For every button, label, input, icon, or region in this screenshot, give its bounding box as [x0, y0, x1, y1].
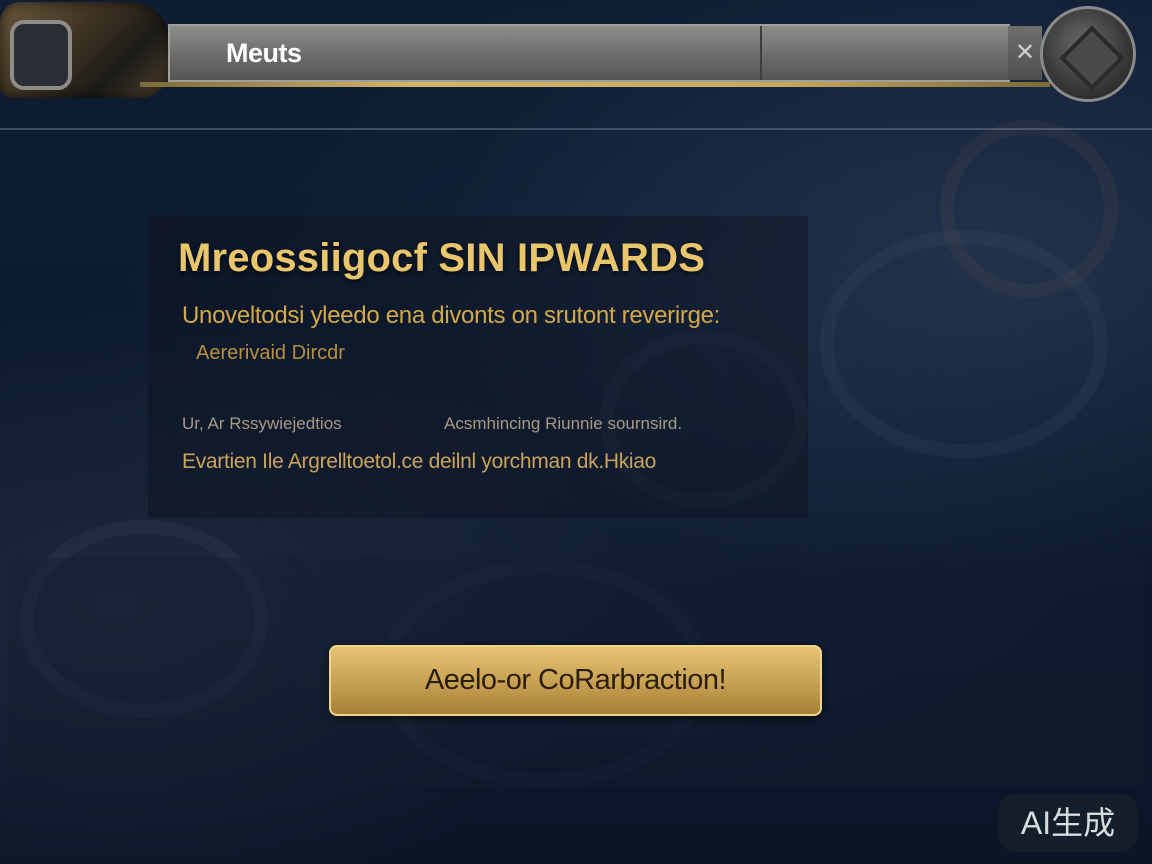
diamond-ornament: [1059, 25, 1125, 91]
reward-heading: Mreossiigocf SIN IPWARDS: [178, 236, 706, 280]
reward-subtitle-line2: Aererivaid Dircdr: [196, 342, 345, 364]
window-title: Meuts: [226, 38, 302, 68]
reward-info-right: Acsmhincing Riunnie sournsird.: [444, 414, 683, 433]
gold-trim-divider: [140, 82, 1050, 87]
knot-ornament: [10, 20, 72, 90]
header-divider: [0, 128, 1152, 130]
confirm-action-button[interactable]: Aeelo-or CoRarbraction!: [329, 645, 822, 716]
header-bar: Meuts ✕: [0, 0, 1152, 130]
ai-generated-watermark: AI生成: [998, 794, 1138, 852]
round-crest-icon[interactable]: [1040, 6, 1136, 102]
title-bar: Meuts ✕: [168, 24, 1042, 82]
close-icon[interactable]: ✕: [1008, 26, 1042, 80]
background-swirl: [940, 120, 1118, 298]
reward-info-left: Ur, Ar Rssywiejedtios: [182, 414, 342, 433]
reward-subtitle: Unoveltodsi yleedo ena divonts on sruton…: [182, 302, 721, 329]
title-bar-divider: [760, 26, 762, 80]
reward-info-line: Evartien Ile Argrelltoetol.ce deilnl yor…: [182, 450, 657, 473]
game-screen: Meuts ✕ Mreossiigocf SIN IPWARDS Unovelt…: [0, 0, 1152, 864]
